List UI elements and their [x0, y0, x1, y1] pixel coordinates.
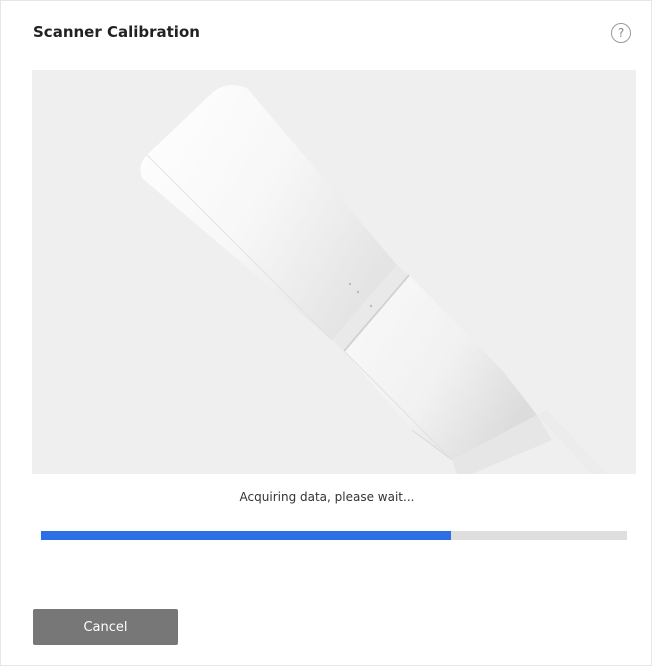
progress-bar — [41, 531, 627, 540]
calibration-rod-image — [32, 70, 636, 474]
scanner-calibration-dialog: Scanner Calibration ? Acquiring data, pl… — [0, 0, 652, 666]
calibration-rod-illustration — [140, 84, 607, 474]
dialog-title: Scanner Calibration — [33, 23, 200, 41]
status-text: Acquiring data, please wait... — [239, 490, 415, 504]
help-icon[interactable]: ? — [611, 23, 631, 43]
cancel-button[interactable]: Cancel — [33, 609, 178, 645]
progress-fill — [41, 531, 452, 540]
